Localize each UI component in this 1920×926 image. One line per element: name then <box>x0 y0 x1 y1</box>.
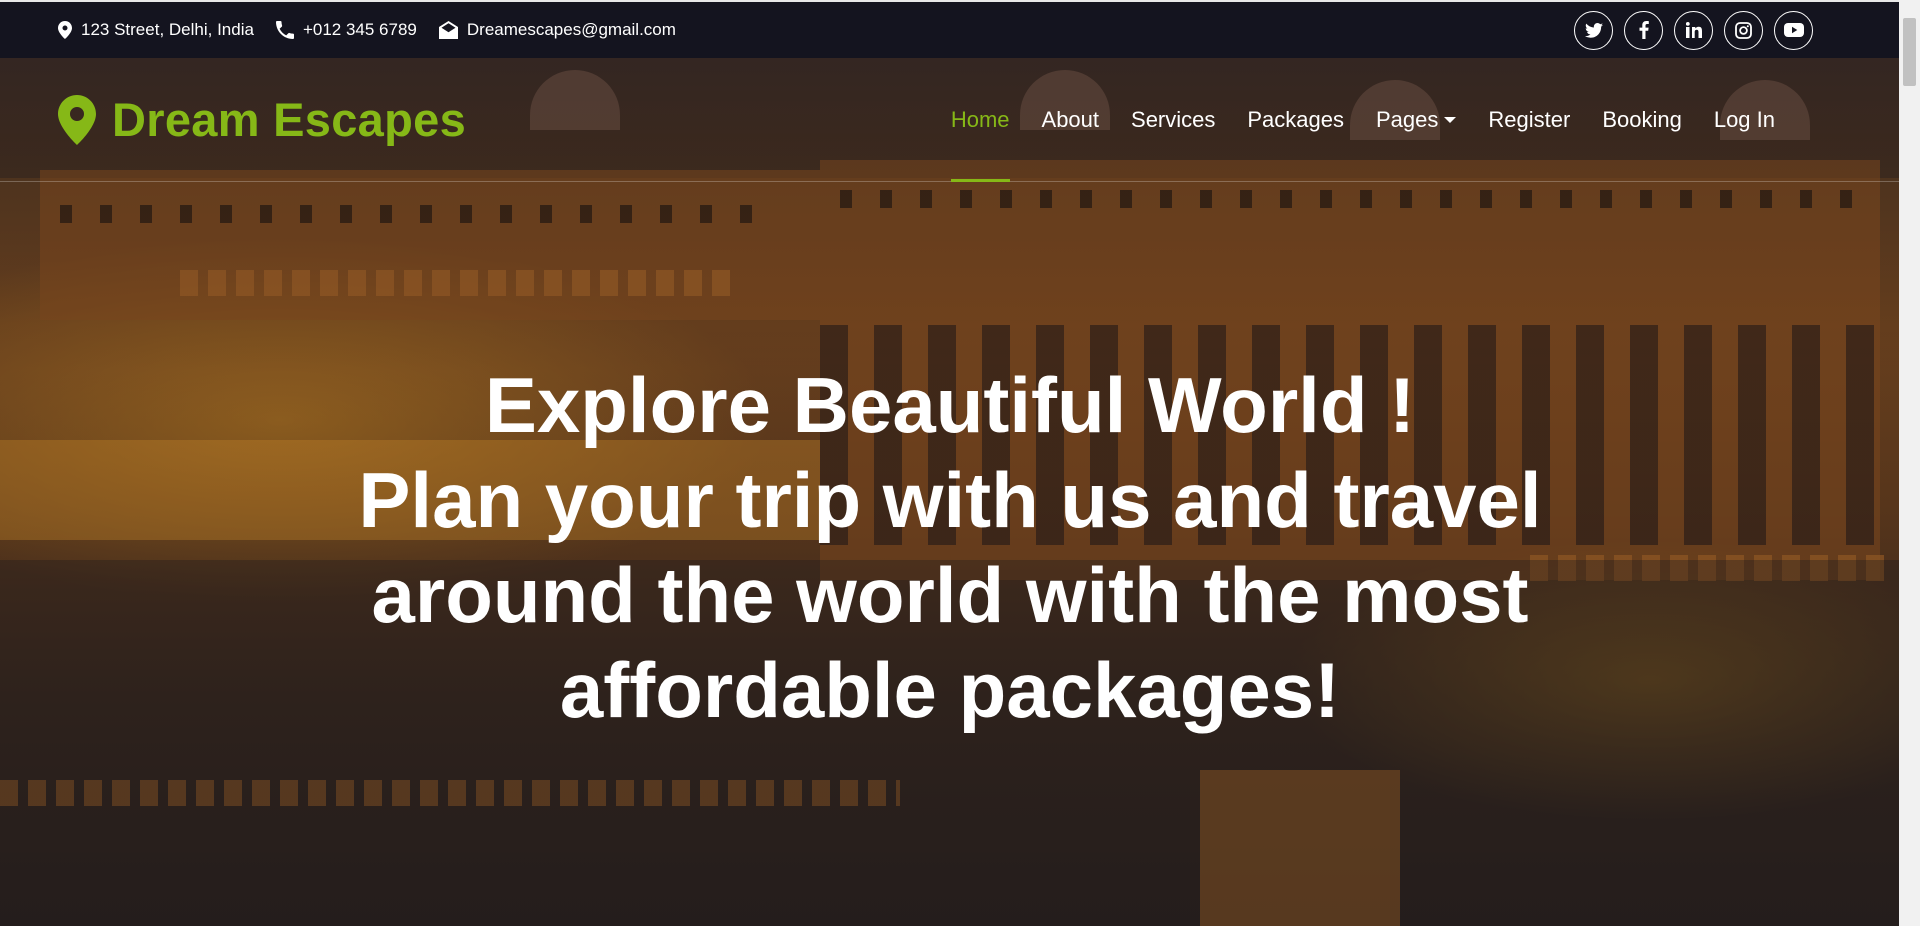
hero-line-4: affordable packages! <box>559 646 1341 734</box>
map-pin-icon <box>58 21 72 39</box>
brand-logo-link[interactable]: Dream Escapes <box>58 92 466 147</box>
hero-heading: Explore Beautiful World ! Plan your trip… <box>300 358 1600 738</box>
facebook-button[interactable] <box>1624 10 1663 50</box>
nav-services[interactable]: Services <box>1115 58 1231 181</box>
youtube-button[interactable] <box>1774 10 1813 50</box>
nav-about[interactable]: About <box>1026 58 1116 181</box>
page-scrollbar[interactable] <box>1899 0 1920 926</box>
phone-text: +012 345 6789 <box>302 20 417 39</box>
map-marker-icon <box>58 94 96 145</box>
linkedin-button[interactable] <box>1674 10 1713 50</box>
facebook-icon <box>1639 21 1649 39</box>
caret-down-icon <box>1444 116 1457 123</box>
page-viewport: 123 Street, Delhi, India +012 345 6789 D… <box>0 0 1899 926</box>
social-links <box>1574 10 1813 50</box>
nav-login[interactable]: Log In <box>1698 58 1791 181</box>
hero-line-3: around the world with the most <box>371 551 1529 639</box>
address-text: 123 Street, Delhi, India <box>81 20 254 39</box>
nav-pages-label: Pages <box>1376 106 1439 132</box>
phone-icon <box>275 21 294 39</box>
nav-register[interactable]: Register <box>1472 58 1586 181</box>
top-contact-bar: 123 Street, Delhi, India +012 345 6789 D… <box>0 0 1899 58</box>
nav-home[interactable]: Home <box>935 58 1026 182</box>
main-navbar: Dream Escapes Home About Services Packag… <box>0 58 1899 182</box>
instagram-button[interactable] <box>1724 10 1763 50</box>
scrollbar-thumb[interactable] <box>1903 18 1916 86</box>
nav-menu: Home About Services Packages Pages Regis… <box>935 58 1791 182</box>
phone-item: +012 345 6789 <box>275 20 417 40</box>
nav-pages-dropdown[interactable]: Pages <box>1360 58 1472 181</box>
email-text: Dreamescapes@gmail.com <box>466 20 676 39</box>
twitter-button[interactable] <box>1574 10 1613 50</box>
hero-line-1: Explore Beautiful World ! <box>484 361 1416 449</box>
envelope-open-icon <box>438 21 458 39</box>
youtube-icon <box>1783 23 1804 37</box>
address-item: 123 Street, Delhi, India <box>58 20 254 40</box>
brand-name: Dream Escapes <box>112 93 467 146</box>
hero-line-2: Plan your trip with us and travel <box>358 456 1542 544</box>
email-item: Dreamescapes@gmail.com <box>438 20 676 40</box>
instagram-icon <box>1735 21 1752 39</box>
twitter-icon <box>1584 22 1603 38</box>
nav-booking[interactable]: Booking <box>1586 58 1698 181</box>
linkedin-icon <box>1685 22 1702 38</box>
nav-packages[interactable]: Packages <box>1231 58 1360 181</box>
